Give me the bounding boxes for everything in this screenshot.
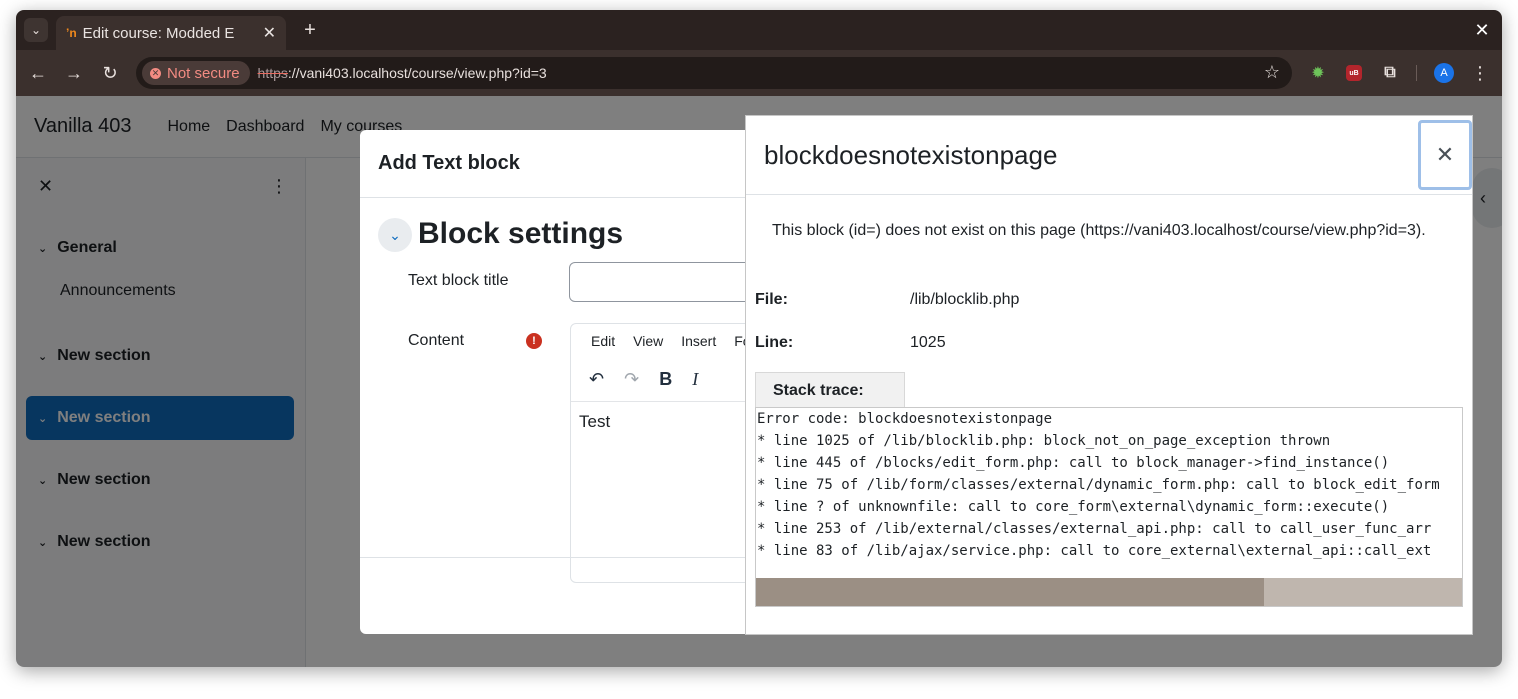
security-label: Not secure (167, 64, 240, 82)
security-chip[interactable]: ✕ Not secure (142, 61, 250, 85)
profile-avatar[interactable]: A (1434, 63, 1454, 83)
toolbar-separator (1416, 65, 1417, 81)
close-modal-button[interactable]: ✕ (1418, 120, 1472, 190)
tab-title: Edit course: Modded E (82, 24, 235, 42)
editor-menu-edit[interactable]: Edit (591, 333, 615, 349)
stack-trace-box: Error code: blockdoesnotexistonpage * li… (755, 407, 1463, 607)
horizontal-scrollbar[interactable] (756, 578, 1462, 606)
error-modal-header: blockdoesnotexistonpage (746, 116, 1472, 195)
error-modal: blockdoesnotexistonpage ✕ This block (id… (745, 115, 1473, 635)
new-tab-button[interactable]: + (298, 18, 322, 42)
content-field-label: Content (408, 332, 465, 349)
file-row: File: /lib/blocklib.php (755, 291, 1019, 309)
url-text: https://vani403.localhost/course/view.ph… (257, 65, 547, 81)
address-bar[interactable]: ✕ Not secure https://vani403.localhost/c… (136, 57, 1292, 89)
title-field-label: Text block title (408, 272, 509, 289)
window-close-button[interactable]: ✕ (1470, 18, 1494, 42)
tab-strip: ⌄ ʼn Edit course: Modded E ✕ + ✕ (16, 10, 1502, 50)
browser-window: ⌄ ʼn Edit course: Modded E ✕ + ✕ ← → ↻ ✕… (16, 10, 1502, 667)
editor-menu-insert[interactable]: Insert (681, 333, 716, 349)
undo-icon[interactable]: ↶ (589, 369, 604, 390)
line-row: Line: 1025 (755, 334, 946, 352)
reload-button[interactable]: ↻ (98, 61, 122, 85)
not-secure-icon: ✕ (150, 67, 161, 79)
file-value: /lib/blocklib.php (910, 291, 1020, 308)
file-label: File: (755, 291, 788, 308)
chevron-down-icon: ⌄ (389, 226, 401, 243)
collapse-section-button[interactable]: ⌄ (378, 218, 412, 252)
ublock-extension-icon[interactable]: uB (1346, 65, 1362, 81)
extensions-puzzle-icon[interactable]: ⧉ (1380, 63, 1400, 83)
error-title: blockdoesnotexistonpage (764, 139, 1058, 170)
browser-menu-icon[interactable]: ⋮ (1471, 61, 1489, 85)
moodle-favicon-icon: ʼn (66, 26, 77, 40)
close-icon: ✕ (1435, 142, 1455, 167)
stack-trace-text: Error code: blockdoesnotexistonpage * li… (757, 411, 1440, 559)
tab-close-icon[interactable]: ✕ (263, 23, 276, 43)
tab-search-button[interactable]: ⌄ (24, 18, 48, 42)
section-title: Block settings (418, 217, 624, 250)
bold-icon[interactable]: B (659, 369, 672, 390)
forward-button[interactable]: → (62, 61, 86, 85)
bookmark-star-icon[interactable]: ☆ (1264, 62, 1280, 83)
editor-menu-view[interactable]: View (633, 333, 663, 349)
redo-icon[interactable]: ↷ (624, 369, 639, 390)
line-label: Line: (755, 334, 794, 351)
browser-toolbar: ← → ↻ ✕ Not secure https://vani403.local… (16, 50, 1502, 96)
tab-active[interactable]: ʼn Edit course: Modded E ✕ (56, 16, 286, 50)
stack-trace-toggle[interactable]: Stack trace: (755, 372, 905, 408)
extension-bug-icon[interactable]: ✹ (1308, 63, 1328, 83)
scrollbar-thumb[interactable] (756, 578, 1265, 606)
italic-icon[interactable]: I (692, 369, 698, 390)
line-value: 1025 (910, 334, 946, 351)
back-button[interactable]: ← (26, 61, 50, 85)
required-icon: ! (526, 333, 542, 349)
error-message: This block (id=) does not exist on this … (772, 222, 1426, 239)
